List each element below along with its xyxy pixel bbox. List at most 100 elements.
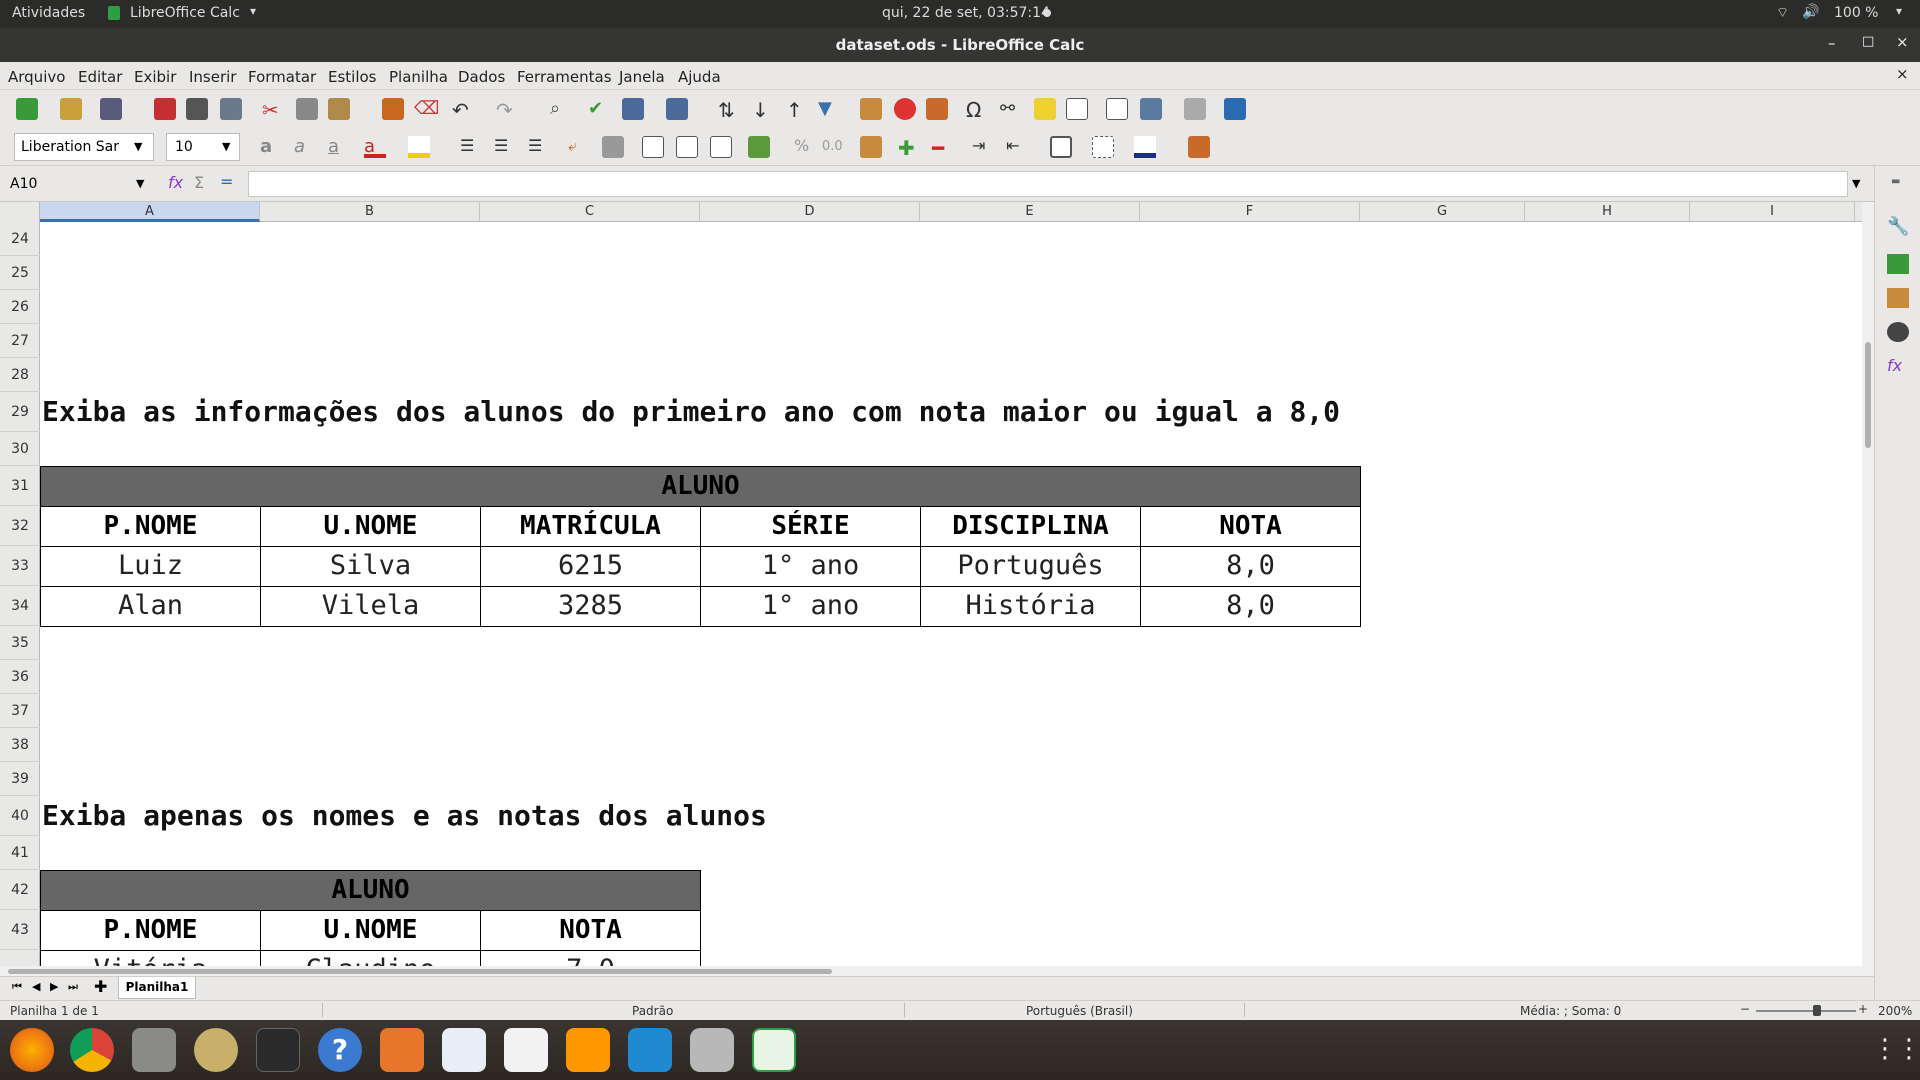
table2-title[interactable]: ALUNO [40, 870, 701, 911]
vertical-scroll-thumb[interactable] [1865, 342, 1871, 448]
language[interactable]: Português (Brasil) [1026, 1004, 1133, 1018]
zoom-in-icon[interactable]: + [1858, 1002, 1868, 1016]
row-header[interactable]: 26 [0, 290, 40, 324]
styles-icon[interactable] [1887, 254, 1909, 274]
sort-ascending-icon[interactable]: ↓ [752, 98, 774, 122]
bold-icon[interactable]: a [260, 136, 282, 158]
column-header-d[interactable]: D [700, 202, 920, 222]
close-document-icon[interactable]: × [1896, 65, 1909, 83]
align-left-icon[interactable]: ☰ [460, 136, 482, 158]
expand-formula-chevron-icon[interactable]: ▼ [1852, 177, 1860, 190]
minimize-button[interactable]: – [1828, 34, 1836, 52]
previous-sheet-icon[interactable]: ◀ [32, 980, 40, 993]
border-style-icon[interactable] [1092, 136, 1114, 158]
table1-header-unome[interactable]: U.NOME [260, 506, 481, 547]
zoom-level[interactable]: 200% [1874, 1000, 1920, 1020]
select-all-corner[interactable] [0, 202, 40, 222]
activities-button[interactable]: Atividades [12, 5, 85, 21]
menu-janela[interactable]: Janela [619, 68, 665, 86]
menu-exibir[interactable]: Exibir [134, 68, 176, 86]
add-sheet-icon[interactable]: ✚ [94, 977, 107, 996]
italic-icon[interactable]: a [294, 136, 316, 158]
writer-icon[interactable] [442, 1028, 486, 1072]
row-header[interactable]: 37 [0, 694, 40, 728]
table1-header-pnome[interactable]: P.NOME [40, 506, 261, 547]
date-format-icon[interactable] [860, 136, 882, 158]
menu-editar[interactable]: Editar [78, 68, 122, 86]
copy-icon[interactable] [296, 98, 318, 120]
font-size-chevron-icon[interactable]: ▼ [222, 140, 230, 153]
comment-icon[interactable] [1034, 98, 1056, 120]
row-header[interactable]: 27 [0, 324, 40, 358]
last-sheet-icon[interactable]: ⏭ [68, 980, 78, 994]
row-header[interactable]: 31 [0, 466, 40, 506]
zoom-slider-thumb[interactable] [1813, 1005, 1821, 1016]
merge-cells-icon[interactable] [602, 136, 624, 158]
row-header[interactable]: 30 [0, 432, 40, 466]
sum-indicator[interactable]: Média: ; Soma: 0 [1520, 1004, 1621, 1018]
sum-icon[interactable]: Σ [194, 173, 204, 192]
heading-names-grades[interactable]: Exiba apenas os nomes e as notas dos alu… [42, 796, 767, 836]
table1-cell[interactable]: 3285 [480, 586, 701, 627]
battery-indicator[interactable]: 100 % [1834, 5, 1878, 21]
menu-formatar[interactable]: Formatar [248, 68, 316, 86]
row-header[interactable]: 33 [0, 546, 40, 586]
row-header[interactable]: 42 [0, 870, 40, 910]
align-bottom-icon[interactable] [710, 136, 732, 158]
formula-icon[interactable]: = [220, 172, 233, 191]
spelling-icon[interactable]: ✔ [588, 98, 610, 120]
open-icon[interactable] [60, 98, 82, 120]
delete-decimal-icon[interactable]: ━ [932, 136, 954, 160]
export-pdf-icon[interactable] [154, 98, 176, 120]
new-document-icon[interactable] [16, 98, 38, 120]
sublime-text-icon[interactable] [566, 1028, 610, 1072]
document-viewer-icon[interactable] [504, 1028, 548, 1072]
system-menu-chevron-icon[interactable]: ▾ [1896, 4, 1902, 18]
row-header[interactable]: 24 [0, 222, 40, 256]
wrap-text-icon[interactable]: ⤶ [568, 136, 590, 158]
border-color-icon[interactable] [1134, 136, 1156, 158]
show-applications-icon[interactable]: ⋮⋮⋮ [1872, 1034, 1920, 1064]
name-box-chevron-icon[interactable]: ▼ [136, 177, 144, 190]
borders-icon[interactable] [1050, 136, 1072, 158]
row-header[interactable]: 34 [0, 586, 40, 626]
zoom-slider[interactable] [1756, 1010, 1856, 1012]
sort-descending-icon[interactable]: ↑ [786, 98, 808, 122]
align-center-icon[interactable]: ☰ [494, 136, 516, 158]
special-character-icon[interactable]: Ω [966, 98, 988, 122]
column-header-c[interactable]: C [480, 202, 700, 222]
print-icon[interactable] [186, 98, 208, 120]
undo-icon[interactable]: ↶ [452, 98, 474, 122]
find-replace-icon[interactable]: ⌕ [550, 98, 572, 120]
menu-ferramentas[interactable]: Ferramentas [517, 68, 612, 86]
function-wizard-icon[interactable]: fx [168, 173, 183, 192]
horizontal-scrollbar[interactable] [0, 966, 1874, 976]
redo-icon[interactable]: ↷ [496, 98, 518, 122]
table2-cell[interactable]: 7,0 [480, 950, 701, 966]
table1-cell[interactable]: 8,0 [1140, 546, 1361, 587]
decrease-indent-icon[interactable]: ⇤ [1006, 136, 1028, 158]
first-sheet-icon[interactable]: ⏮ [12, 980, 22, 994]
table2-header-unome[interactable]: U.NOME [260, 910, 481, 951]
print-preview-icon[interactable] [220, 98, 242, 120]
row-header[interactable]: 38 [0, 728, 40, 762]
software-center-icon[interactable] [380, 1028, 424, 1072]
table1-cell[interactable]: Vilela [260, 586, 481, 627]
row-header[interactable]: 25 [0, 256, 40, 290]
menu-arquivo[interactable]: Arquivo [8, 68, 65, 86]
terminal-icon[interactable] [256, 1028, 300, 1072]
row-header[interactable]: 36 [0, 660, 40, 694]
menu-dados[interactable]: Dados [458, 68, 505, 86]
name-box[interactable]: A10 [4, 171, 154, 197]
table2-header-nota[interactable]: NOTA [480, 910, 701, 951]
app-menu-button[interactable]: LibreOffice Calc [130, 5, 240, 21]
table1-cell[interactable]: 8,0 [1140, 586, 1361, 627]
column-header-h[interactable]: H [1525, 202, 1690, 222]
align-middle-icon[interactable] [676, 136, 698, 158]
add-decimal-icon[interactable]: ✚ [898, 136, 920, 160]
table1-cell[interactable]: Silva [260, 546, 481, 587]
row-header[interactable]: 28 [0, 358, 40, 392]
print-area-icon[interactable] [1106, 98, 1128, 120]
column-header-b[interactable]: B [260, 202, 480, 222]
save-icon[interactable] [100, 98, 122, 120]
